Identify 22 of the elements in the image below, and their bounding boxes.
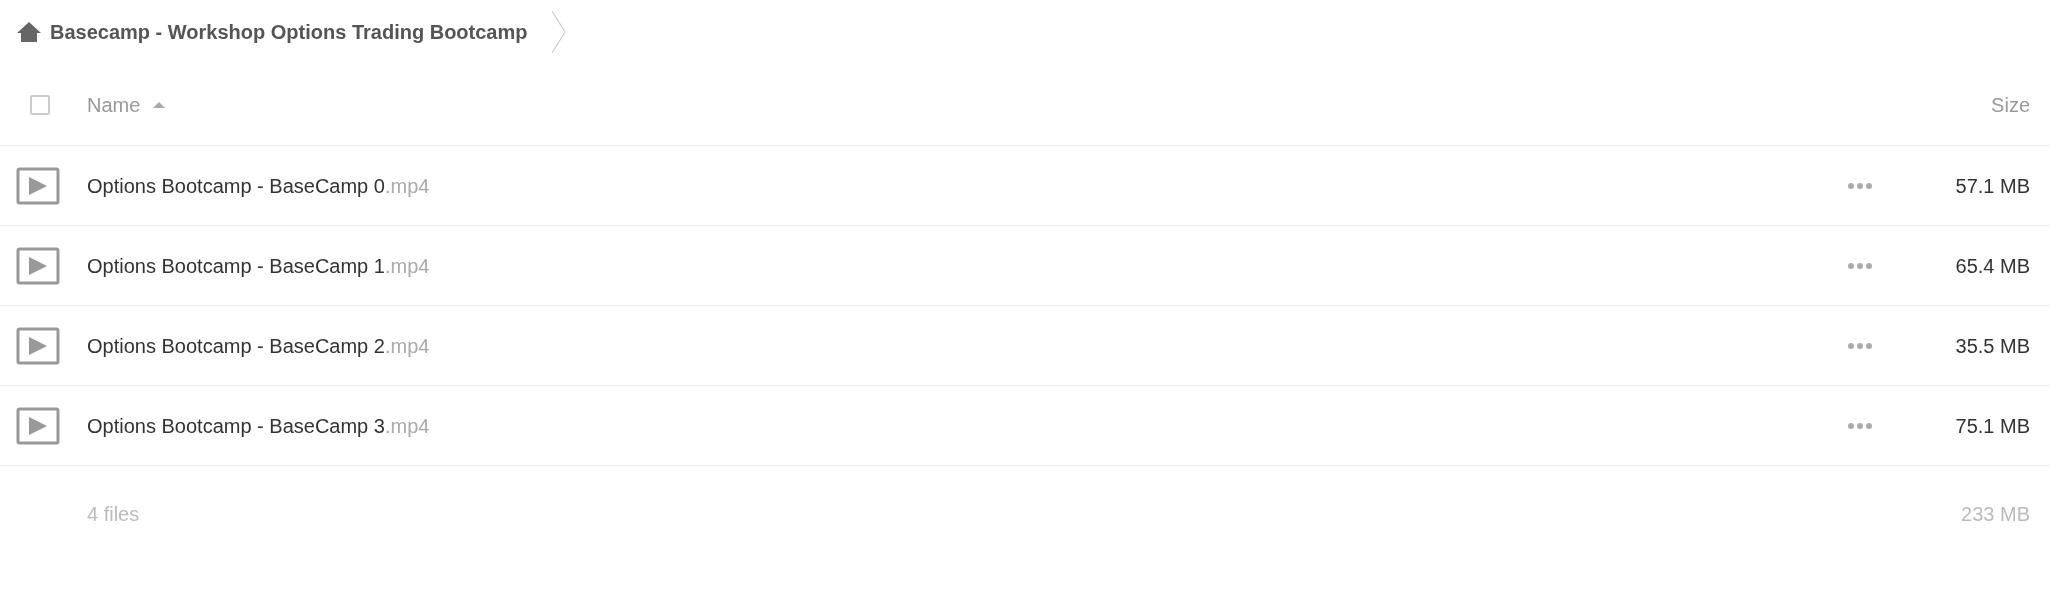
file-name[interactable]: Options Bootcamp - BaseCamp 2 bbox=[87, 330, 385, 361]
video-file-icon bbox=[16, 326, 60, 365]
home-icon[interactable] bbox=[16, 21, 42, 43]
chevron-icon bbox=[551, 10, 568, 54]
file-size: 75.1 MB bbox=[1955, 413, 2031, 439]
select-all-checkbox[interactable] bbox=[29, 94, 50, 115]
file-name[interactable]: Options Bootcamp - BaseCamp 3 bbox=[87, 410, 385, 441]
file-size: 65.4 MB bbox=[1955, 253, 2031, 279]
video-file-icon bbox=[16, 246, 60, 285]
total-size: 233 MB bbox=[1961, 502, 2030, 527]
file-extension: .mp4 bbox=[384, 173, 430, 199]
file-size: 57.1 MB bbox=[1955, 173, 2031, 199]
video-file-icon bbox=[16, 166, 60, 205]
file-size: 35.5 MB bbox=[1955, 333, 2031, 359]
video-file-icon bbox=[16, 406, 60, 445]
file-name[interactable]: Options Bootcamp - BaseCamp 1 bbox=[87, 250, 385, 281]
file-count: 4 files bbox=[87, 502, 140, 527]
file-name[interactable]: Options Bootcamp - BaseCamp 0 bbox=[87, 170, 385, 201]
file-extension: .mp4 bbox=[384, 413, 430, 439]
file-extension: .mp4 bbox=[384, 253, 430, 279]
breadcrumb-link[interactable]: Basecamp - Workshop Options Trading Bootcamp bbox=[50, 17, 528, 47]
file-extension: .mp4 bbox=[384, 333, 430, 359]
